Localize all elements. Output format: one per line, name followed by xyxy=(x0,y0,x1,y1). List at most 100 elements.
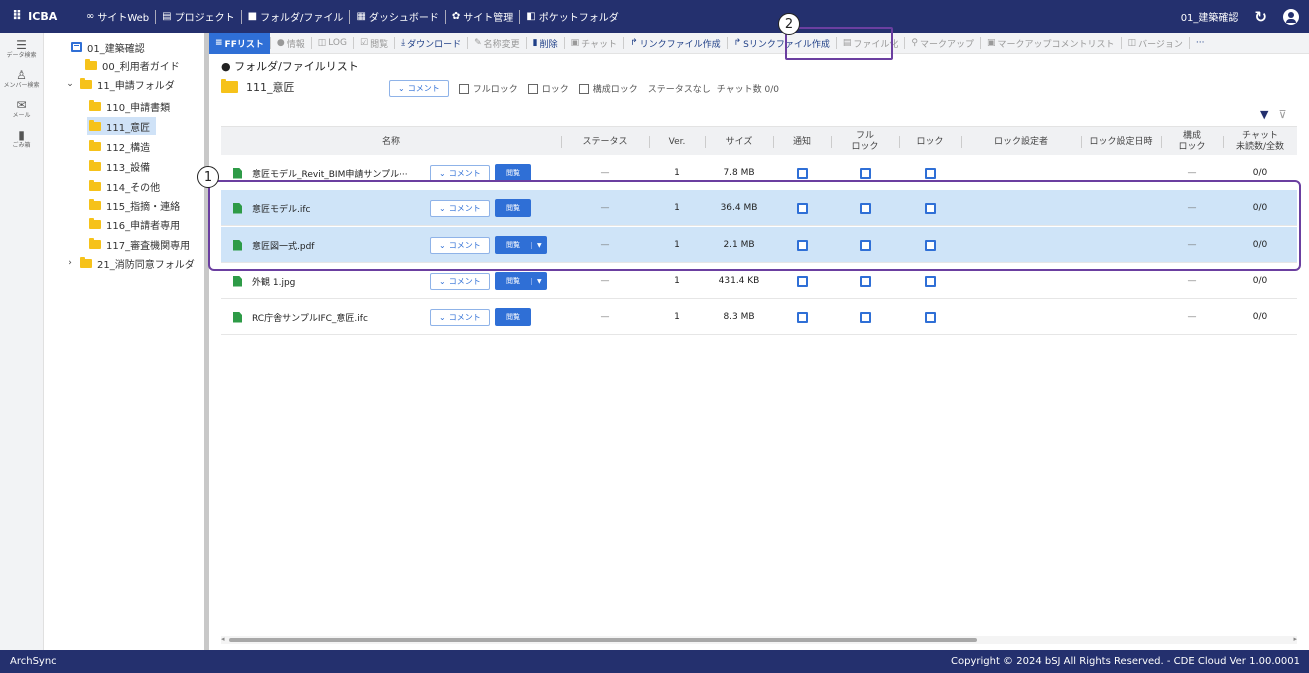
download-button[interactable]: ⤓ ダウンロード xyxy=(395,33,467,54)
rename-button[interactable]: ✎ 名称変更 xyxy=(468,33,526,54)
tree-item-application-folder[interactable]: ⌄ 11_申請フォルダ xyxy=(65,75,175,93)
chat-icon: ▣ xyxy=(570,38,580,48)
row-comment-button[interactable]: ⌄ コメント xyxy=(430,272,490,290)
folder-icon xyxy=(89,139,101,151)
view-button[interactable]: ☑ 閲覧 xyxy=(354,33,394,54)
table-row[interactable]: RC庁舎サンプルIFC_意匠.ifc ⌄ コメント 閲覧 — 1 8.3 MB — 0/0 xyxy=(221,299,1297,335)
tree-item-116[interactable]: 116_申請者専用 xyxy=(89,215,180,233)
col-size[interactable]: サイズ xyxy=(705,127,773,157)
tree-item-fire-folder[interactable]: › 21_消防同意フォルダ xyxy=(65,254,195,272)
config-lock-checkbox[interactable] xyxy=(578,83,589,94)
nav-project[interactable]: ▤ プロジェクト xyxy=(156,9,240,24)
col-status[interactable]: ステータス xyxy=(561,127,649,157)
tree-item-117[interactable]: 117_審査機関専用 xyxy=(89,235,190,253)
panel-splitter[interactable] xyxy=(204,33,209,650)
full-lock-checkbox[interactable] xyxy=(859,167,871,179)
rail-member-search[interactable]: ♙ メンバー検索 xyxy=(0,65,43,95)
lock-checkbox[interactable] xyxy=(924,275,936,287)
tree-root[interactable]: 01_建築確認 xyxy=(71,38,145,56)
caret-down-icon[interactable]: ▼ xyxy=(531,277,547,285)
col-chat[interactable]: チャット 未読数/全数 xyxy=(1223,127,1297,157)
tree-item-114[interactable]: 114_その他 xyxy=(89,177,160,195)
nav-dashboard[interactable]: ▦ ダッシュボード xyxy=(350,9,444,24)
chevron-right-icon[interactable]: › xyxy=(65,258,75,268)
notify-checkbox[interactable] xyxy=(796,311,808,323)
version-button[interactable]: ◫ バージョン xyxy=(1122,33,1189,54)
clear-filter-icon[interactable]: ⊽ xyxy=(1278,108,1286,121)
col-lock[interactable]: ロック xyxy=(899,127,961,157)
full-lock-checkbox[interactable] xyxy=(859,275,871,287)
markup-button[interactable]: ⚲ マークアップ xyxy=(905,33,980,54)
info-button[interactable]: ● 情報 xyxy=(271,33,311,54)
lock-checkbox[interactable] xyxy=(527,83,538,94)
tree-item-110[interactable]: 110_申請書類 xyxy=(89,97,170,115)
lock-cell xyxy=(899,299,961,335)
brand[interactable]: ⠿ ICBA xyxy=(0,9,80,24)
scrollbar-thumb[interactable] xyxy=(229,638,977,642)
ff-list-button[interactable]: ≡ FFリスト xyxy=(209,32,270,54)
nav-pocket-folder[interactable]: ◧ ポケットフォルダ xyxy=(520,9,624,24)
delete-button[interactable]: ▮ 削除 xyxy=(527,33,564,54)
list-icon: ≡ xyxy=(215,38,223,48)
tree-item-111-selected[interactable]: 111_意匠 xyxy=(87,117,157,135)
chevron-down-icon[interactable]: ⌄ xyxy=(65,79,75,89)
col-notify[interactable]: 通知 xyxy=(773,127,831,157)
user-icon[interactable] xyxy=(1283,8,1299,25)
notify-cell xyxy=(773,299,831,335)
rail-data-search[interactable]: ☰ データ検索 xyxy=(0,35,43,65)
footer-app-name: ArchSync xyxy=(10,656,57,667)
horizontal-scrollbar[interactable]: ◂ ▸ xyxy=(221,635,1297,644)
tree-item-113[interactable]: 113_設備 xyxy=(89,157,150,175)
folder-icon xyxy=(80,256,92,268)
file-name: 外観 1.jpg xyxy=(252,277,296,288)
col-lock-date[interactable]: ロック設定日時 xyxy=(1081,127,1161,157)
link-file-create-button[interactable]: ↱ リンクファイル作成 xyxy=(624,33,727,54)
trash-icon: ▮ xyxy=(18,128,25,142)
lock-checkbox[interactable] xyxy=(924,167,936,179)
more-button[interactable]: ··· xyxy=(1190,33,1211,54)
nav-site-admin[interactable]: ✿ サイト管理 xyxy=(446,9,519,24)
full-lock-checkbox[interactable] xyxy=(458,83,469,94)
folder-icon: ■ xyxy=(247,11,258,22)
notify-checkbox[interactable] xyxy=(796,167,808,179)
full-lock-checkbox[interactable] xyxy=(859,311,871,323)
scroll-left-icon[interactable]: ◂ xyxy=(221,635,225,643)
top-bar: ⠿ ICBA ∞ サイトWeb ▤ プロジェクト ■ フォルダ/ファイル ▦ ダッシュボ… xyxy=(0,0,1309,33)
notify-checkbox[interactable] xyxy=(796,275,808,287)
chat-button[interactable]: ▣ チャット xyxy=(565,33,623,54)
tree-item-115[interactable]: 115_指摘・連絡 xyxy=(89,196,180,214)
nav-folder-file[interactable]: ■ フォルダ/ファイル xyxy=(242,9,350,24)
row-comment-button[interactable]: ⌄ コメント xyxy=(430,308,490,326)
file-name-cell[interactable]: RC庁舎サンプルIFC_意匠.ifc xyxy=(233,299,368,335)
col-name[interactable]: 名称 xyxy=(221,127,561,157)
filter-icon[interactable]: ▼ xyxy=(1260,108,1268,121)
scroll-right-icon[interactable]: ▸ xyxy=(1293,635,1297,643)
row-comment-button[interactable]: ⌄ コメント xyxy=(430,164,490,182)
col-full-lock[interactable]: フル ロック xyxy=(831,127,899,157)
col-ver[interactable]: Ver. xyxy=(649,127,705,157)
log-button[interactable]: ◫ LOG xyxy=(312,33,353,54)
col-lock-user[interactable]: ロック設定者 xyxy=(961,127,1081,157)
tree-item-user-guide[interactable]: 00_利用者ガイド xyxy=(85,56,180,74)
rail-mail[interactable]: ✉ メール xyxy=(0,95,43,125)
markup-comment-list-button[interactable]: ▣ マークアップコメントリスト xyxy=(981,33,1121,54)
project-name[interactable]: 01_建築確認 xyxy=(1181,9,1239,24)
tree-item-112[interactable]: 112_構造 xyxy=(89,137,150,155)
full-lock-filter[interactable]: フルロック xyxy=(458,82,518,95)
info-icon: ● xyxy=(276,38,285,48)
annotation-highlight-rows xyxy=(208,180,1301,271)
col-config-lock[interactable]: 構成 ロック xyxy=(1161,127,1223,157)
refresh-icon[interactable]: ↻ xyxy=(1254,8,1267,26)
config-lock-filter[interactable]: 構成ロック xyxy=(578,82,638,95)
row-view-button[interactable]: 閲覧 xyxy=(495,308,531,326)
comment-button[interactable]: ⌄ コメント xyxy=(389,80,449,97)
view-cell: 閲覧 xyxy=(495,299,531,335)
folder-tree: 01_建築確認 00_利用者ガイド ⌄ 11_申請フォルダ 110_申請書類 1… xyxy=(44,33,204,650)
left-rail: ☰ データ検索 ♙ メンバー検索 ✉ メール ▮ ごみ箱 xyxy=(0,33,44,650)
row-view-button[interactable]: 閲覧 ▼ xyxy=(495,272,547,290)
file-name: 意匠モデル_Revit_BIM申請サンプル··· xyxy=(252,169,408,180)
rail-trash[interactable]: ▮ ごみ箱 xyxy=(0,125,43,155)
lock-checkbox[interactable] xyxy=(924,311,936,323)
nav-site-web[interactable]: ∞ サイトWeb xyxy=(80,9,155,24)
lock-filter[interactable]: ロック xyxy=(527,82,569,95)
